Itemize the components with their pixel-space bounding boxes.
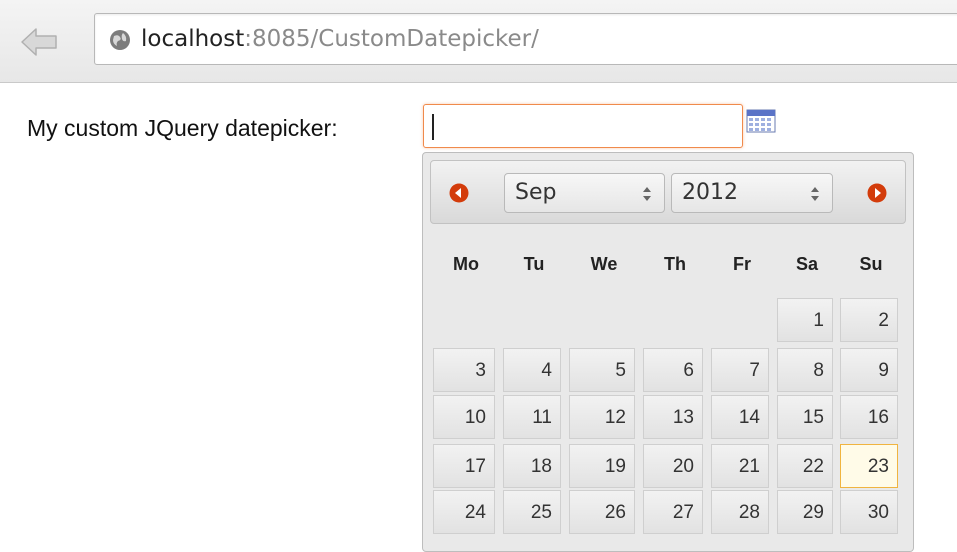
- calendar-day[interactable]: 11: [503, 395, 561, 439]
- globe-icon: [110, 30, 130, 50]
- url-path: :8085/CustomDatepicker/: [244, 26, 539, 52]
- browser-toolbar: localhost:8085/CustomDatepicker/: [0, 0, 957, 83]
- weekday-label-tu: Tu: [523, 254, 545, 274]
- calendar-day[interactable]: 14: [711, 395, 769, 439]
- select-arrows-icon: [811, 187, 819, 201]
- date-input[interactable]: [423, 104, 743, 148]
- calendar-day[interactable]: 25: [503, 490, 561, 534]
- year-select[interactable]: 2012: [671, 173, 833, 213]
- weekday-label-we: We: [590, 254, 618, 274]
- url-text[interactable]: localhost:8085/CustomDatepicker/: [141, 24, 539, 54]
- weekday-label-fr: Fr: [733, 254, 751, 274]
- weekday-label-su: Su: [859, 254, 883, 274]
- next-month-icon: [867, 183, 887, 203]
- calendar-day[interactable]: 3: [433, 348, 495, 392]
- calendar-day[interactable]: 12: [569, 395, 635, 439]
- datepicker-label: My custom JQuery datepicker:: [27, 115, 338, 141]
- calendar-day[interactable]: 30: [840, 490, 898, 534]
- next-month-button[interactable]: [867, 183, 887, 203]
- datepicker-header: Sep 2012: [430, 160, 906, 224]
- text-caret: [432, 114, 434, 140]
- calendar-day[interactable]: 7: [711, 348, 769, 392]
- calendar-day[interactable]: 20: [643, 444, 703, 488]
- weekday-label-sa: Sa: [795, 254, 819, 274]
- calendar-day[interactable]: 28: [711, 490, 769, 534]
- calendar-day[interactable]: 2: [840, 298, 898, 342]
- month-select-value: Sep: [515, 180, 557, 205]
- calendar-day[interactable]: 26: [569, 490, 635, 534]
- calendar-day[interactable]: 16: [840, 395, 898, 439]
- calendar-day[interactable]: 19: [569, 444, 635, 488]
- calendar-day[interactable]: 22: [777, 444, 833, 488]
- calendar-day[interactable]: 4: [503, 348, 561, 392]
- calendar-day[interactable]: 29: [777, 490, 833, 534]
- prev-month-button[interactable]: [449, 183, 469, 203]
- calendar-day[interactable]: 9: [840, 348, 898, 392]
- url-host: localhost: [141, 26, 245, 52]
- calendar-day[interactable]: 24: [433, 490, 495, 534]
- back-arrow-icon: [21, 28, 57, 56]
- calendar-day[interactable]: 10: [433, 395, 495, 439]
- calendar-day[interactable]: 18: [503, 444, 561, 488]
- address-bar[interactable]: localhost:8085/CustomDatepicker/: [94, 13, 957, 65]
- calendar-day[interactable]: 5: [569, 348, 635, 392]
- calendar-day[interactable]: 17: [433, 444, 495, 488]
- calendar-trigger-button[interactable]: [746, 108, 776, 134]
- calendar-day[interactable]: 21: [711, 444, 769, 488]
- calendar-day[interactable]: 1: [777, 298, 833, 342]
- weekday-label-th: Th: [664, 254, 686, 274]
- weekday-label-mo: Mo: [453, 254, 479, 274]
- select-arrows-icon: [643, 187, 651, 201]
- calendar-icon: [746, 109, 776, 133]
- calendar-day-today[interactable]: 23: [840, 444, 898, 488]
- calendar-day[interactable]: 27: [643, 490, 703, 534]
- calendar-day[interactable]: 6: [643, 348, 703, 392]
- year-select-value: 2012: [682, 180, 738, 205]
- prev-month-icon: [449, 183, 469, 203]
- calendar-day[interactable]: 15: [777, 395, 833, 439]
- month-select[interactable]: Sep: [504, 173, 665, 213]
- calendar-day[interactable]: 13: [643, 395, 703, 439]
- datepicker-popup: Sep 2012 Mo Tu We Th Fr Sa Su 1 2 3 4 5 6 7 8 9 10 11 12 1…: [422, 152, 914, 552]
- back-button[interactable]: [18, 24, 60, 60]
- calendar-day[interactable]: 8: [777, 348, 833, 392]
